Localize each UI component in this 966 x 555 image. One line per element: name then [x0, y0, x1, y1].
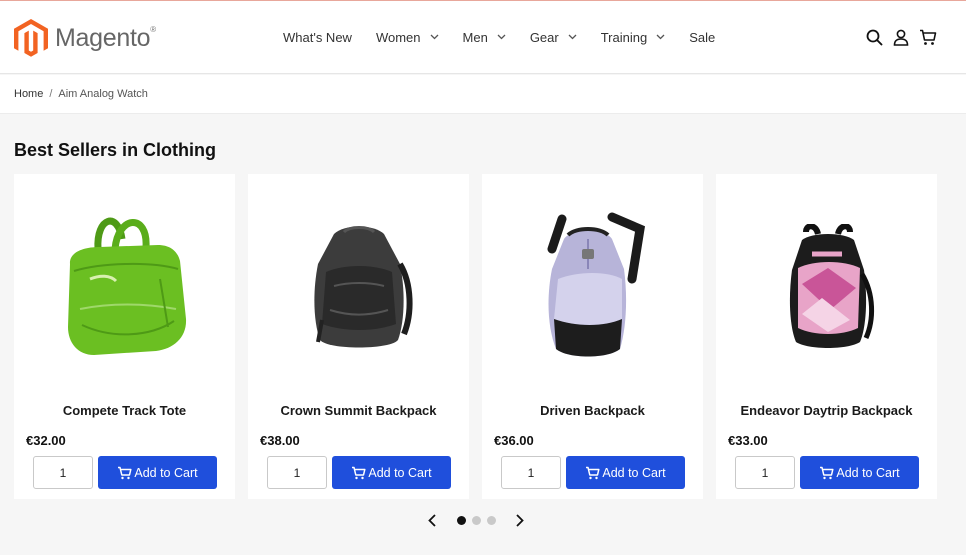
nav-item-women[interactable]: Women: [376, 28, 439, 46]
magento-logo-icon: [14, 18, 48, 57]
product-price: €36.00: [494, 433, 534, 448]
product-price: €33.00: [728, 433, 768, 448]
quantity-input[interactable]: [33, 456, 93, 489]
add-to-cart-button[interactable]: Add to Cart: [800, 456, 919, 489]
cart-icon: [352, 466, 366, 479]
product-card: Crown Summit Backpack €38.00 Add to Cart: [248, 174, 469, 499]
carousel-controls: [426, 513, 526, 527]
lavender-backpack-image: [547, 212, 645, 357]
carousel-prev-button[interactable]: [426, 513, 438, 527]
main-navigation: What's New Women Men Gear Training Sale: [283, 28, 715, 46]
nav-item-gear[interactable]: Gear: [530, 28, 577, 46]
product-price: €38.00: [260, 433, 300, 448]
add-to-cart-button[interactable]: Add to Cart: [332, 456, 451, 489]
carousel-dot[interactable]: [457, 515, 466, 525]
product-image[interactable]: [248, 204, 469, 374]
search-icon[interactable]: [865, 28, 883, 46]
site-header: Magento® What's New Women Men Gear Train…: [0, 1, 966, 74]
carousel-dots: [457, 515, 496, 525]
carousel-dot[interactable]: [487, 515, 496, 525]
nav-item-sale[interactable]: Sale: [689, 28, 715, 46]
product-name[interactable]: Driven Backpack: [482, 403, 703, 418]
nav-item-label: What's New: [283, 29, 352, 45]
add-to-cart-label: Add to Cart: [134, 465, 198, 480]
header-actions: [856, 28, 937, 46]
logo-wordmark: Magento®: [55, 23, 156, 52]
chevron-down-icon: [656, 34, 665, 40]
cart-icon[interactable]: [919, 28, 937, 46]
add-to-cart-label: Add to Cart: [836, 465, 900, 480]
breadcrumb-home-link[interactable]: Home: [14, 88, 43, 100]
chevron-left-icon: [428, 513, 436, 527]
product-image[interactable]: [482, 204, 703, 374]
quantity-input[interactable]: [735, 456, 795, 489]
add-to-cart-label: Add to Cart: [602, 465, 666, 480]
product-card: Compete Track Tote €32.00 Add to Cart: [14, 174, 235, 499]
nav-item-training[interactable]: Training: [601, 28, 665, 46]
product-price: €32.00: [26, 433, 66, 448]
nav-item-label: Men: [462, 29, 488, 45]
add-to-cart-button[interactable]: Add to Cart: [98, 456, 217, 489]
nav-item-label: Sale: [689, 29, 716, 45]
cart-icon: [118, 466, 132, 479]
product-card: Driven Backpack €36.00 Add to Cart: [482, 174, 703, 499]
carousel-next-button[interactable]: [514, 513, 526, 527]
cart-icon: [820, 466, 834, 479]
quantity-input[interactable]: [501, 456, 561, 489]
carousel-dot[interactable]: [472, 515, 481, 525]
nav-item-label: Gear: [529, 29, 559, 45]
chevron-down-icon: [497, 34, 506, 40]
product-name[interactable]: Crown Summit Backpack: [248, 403, 469, 418]
chevron-right-icon: [516, 513, 524, 527]
breadcrumb-separator: /: [49, 88, 53, 100]
product-name[interactable]: Endeavor Daytrip Backpack: [716, 403, 937, 418]
nav-item-label: Women: [375, 29, 421, 45]
chevron-down-icon: [430, 34, 438, 40]
pink-black-backpack-image: [789, 224, 874, 348]
green-tote-bag-image: [67, 217, 186, 355]
black-backpack-image: [313, 226, 413, 348]
add-to-cart-label: Add to Cart: [368, 465, 432, 480]
nav-item-label: Training: [600, 29, 648, 45]
nav-item-whats-new[interactable]: What's New: [283, 28, 352, 46]
magento-logo[interactable]: Magento®: [14, 18, 156, 58]
breadcrumb-bar: Home / Aim Analog Watch: [0, 75, 966, 114]
product-image[interactable]: [14, 204, 235, 374]
breadcrumb-current: Aim Analog Watch: [58, 88, 148, 100]
section-title: Best Sellers in Clothing: [14, 140, 217, 160]
account-icon[interactable]: [892, 28, 910, 46]
chevron-down-icon: [568, 34, 577, 40]
quantity-input[interactable]: [267, 456, 327, 489]
add-to-cart-button[interactable]: Add to Cart: [566, 456, 685, 489]
cart-icon: [586, 466, 600, 479]
product-image[interactable]: [716, 204, 937, 374]
product-card: Endeavor Daytrip Backpack €33.00 Add to …: [716, 174, 937, 499]
product-name[interactable]: Compete Track Tote: [14, 403, 235, 418]
nav-item-men[interactable]: Men: [463, 28, 506, 46]
breadcrumb: Home / Aim Analog Watch: [14, 88, 148, 100]
